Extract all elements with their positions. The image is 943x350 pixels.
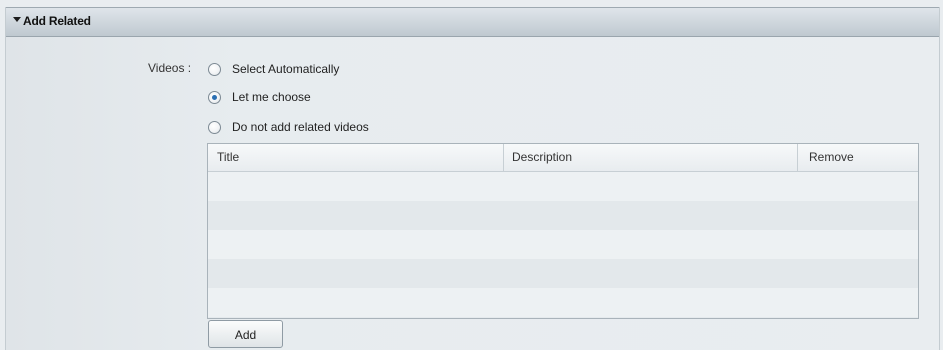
radio-label-do-not-add: Do not add related videos xyxy=(232,120,369,134)
radio-unchecked-icon[interactable] xyxy=(208,62,221,76)
section-header-add-related[interactable]: Add Related xyxy=(6,7,939,37)
column-header-description[interactable]: Description xyxy=(504,144,798,171)
table-row xyxy=(208,288,918,317)
radio-let-me-choose[interactable]: Let me choose xyxy=(208,89,311,105)
section-title: Add Related xyxy=(23,14,91,28)
videos-label: Videos : xyxy=(148,61,192,75)
column-header-remove[interactable]: Remove xyxy=(798,144,918,171)
add-button[interactable]: Add xyxy=(208,320,283,348)
table-row xyxy=(208,230,918,259)
radio-do-not-add[interactable]: Do not add related videos xyxy=(208,119,369,135)
radio-label-let-me-choose: Let me choose xyxy=(232,90,311,104)
column-header-title[interactable]: Title xyxy=(208,144,504,171)
caret-down-icon[interactable] xyxy=(13,17,21,22)
radio-label-select-automatically: Select Automatically xyxy=(232,62,340,76)
table-row xyxy=(208,201,918,230)
radio-select-automatically[interactable]: Select Automatically xyxy=(208,61,339,77)
related-videos-table[interactable]: Title Description Remove xyxy=(207,143,919,319)
radio-unchecked-icon[interactable] xyxy=(208,120,221,134)
table-row xyxy=(208,172,918,201)
table-header: Title Description Remove xyxy=(208,144,918,172)
radio-checked-icon[interactable] xyxy=(208,90,221,104)
table-row xyxy=(208,259,918,288)
